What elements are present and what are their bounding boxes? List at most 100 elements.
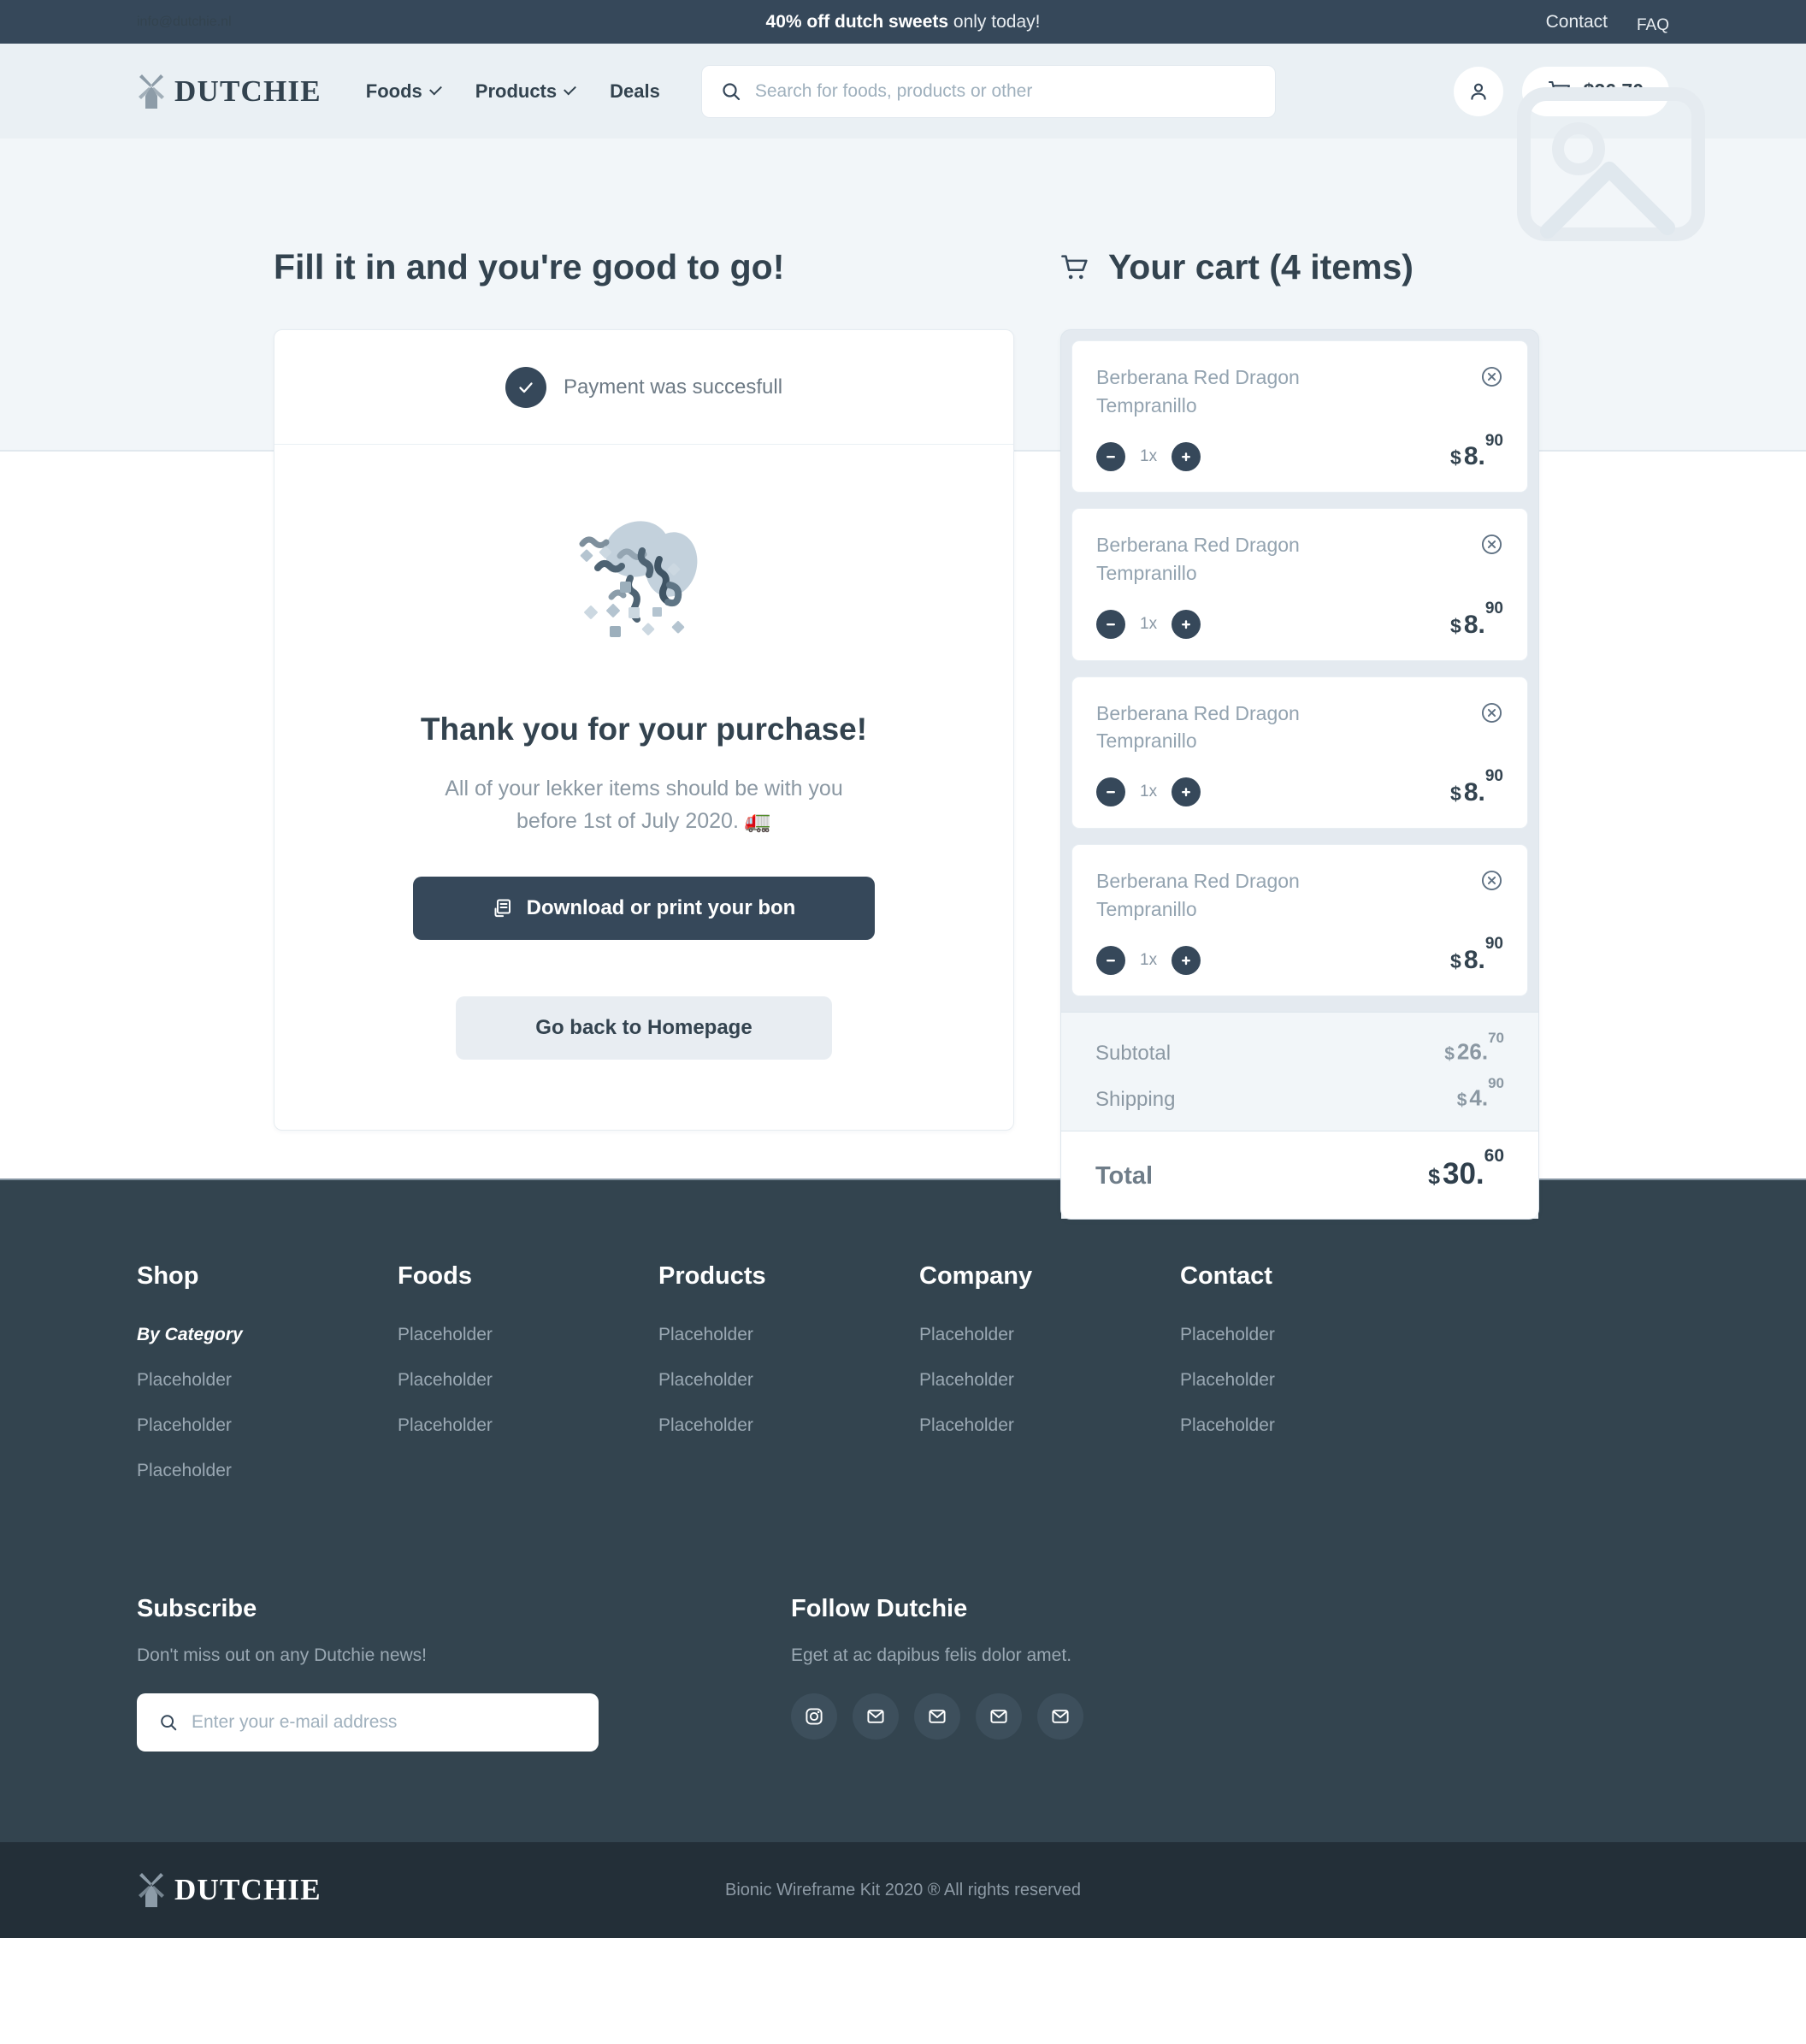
- nav-item-deals[interactable]: Deals: [610, 80, 660, 103]
- decrease-quantity-button[interactable]: [1096, 610, 1125, 640]
- subscribe-section: Subscribe Don't miss out on any Dutchie …: [137, 1595, 791, 1752]
- subscribe-description: Don't miss out on any Dutchie news!: [137, 1645, 428, 1665]
- subscribe-title: Subscribe: [137, 1595, 257, 1622]
- footer-link[interactable]: Placeholder: [137, 1415, 398, 1436]
- follow-description: Eget at ac dapibus felis dolor amet.: [791, 1645, 1072, 1665]
- footer-link[interactable]: Placeholder: [137, 1461, 398, 1481]
- footer-link[interactable]: Placeholder: [1180, 1325, 1441, 1345]
- price-cents: 90: [1484, 767, 1503, 786]
- topbar-link-contact[interactable]: Contact: [1546, 12, 1608, 32]
- footer-column-shop: Shop By Category Placeholder Placeholder…: [137, 1262, 398, 1506]
- topbar-link-faq[interactable]: FAQ: [1637, 16, 1669, 35]
- shipping-integer: 4.: [1469, 1084, 1489, 1111]
- account-button[interactable]: [1453, 66, 1503, 116]
- footer-column-title: Contact: [1180, 1262, 1272, 1290]
- subtotal-row: Subtotal $26.70: [1095, 1030, 1504, 1066]
- email-input[interactable]: [192, 1712, 576, 1733]
- footer-link[interactable]: Placeholder: [398, 1325, 658, 1345]
- minus-icon: [1107, 959, 1115, 962]
- footer-column-company: Company Placeholder Placeholder Placehol…: [919, 1262, 1180, 1506]
- increase-quantity-button[interactable]: [1172, 945, 1201, 975]
- cart-item-name: Berberana Red Dragon Tempranillo: [1096, 701, 1300, 753]
- cart-panel: Berberana Red Dragon Tempranillo 1x $ 8.…: [1060, 329, 1539, 1220]
- subtotal-integer: 26.: [1456, 1038, 1489, 1065]
- social-link-instagram[interactable]: [791, 1693, 837, 1740]
- subtotal-cents: 70: [1488, 1029, 1504, 1046]
- footer-link[interactable]: Placeholder: [1180, 1370, 1441, 1391]
- confirmation-body: Thank you for your purchase! All of your…: [274, 445, 1013, 1130]
- email-subscribe-field[interactable]: [137, 1693, 599, 1752]
- cart-column: Your cart (4 items) Berberana Red Dragon…: [1060, 247, 1539, 1220]
- footer-link-by-category[interactable]: By Category: [137, 1325, 398, 1345]
- plus-icon: [1182, 452, 1191, 462]
- decrease-quantity-button[interactable]: [1096, 777, 1125, 807]
- social-link-mail-4[interactable]: [1037, 1693, 1083, 1740]
- cart-heading-text: Your cart (4 items): [1108, 247, 1414, 287]
- price-cents: 90: [1484, 599, 1503, 617]
- remove-item-icon[interactable]: [1480, 869, 1503, 892]
- download-receipt-button[interactable]: Download or print your bon: [413, 877, 875, 940]
- cart-item: Berberana Red Dragon Tempranillo 1x $ 8.…: [1071, 508, 1528, 661]
- social-link-mail-1[interactable]: [853, 1693, 899, 1740]
- footer-link[interactable]: Placeholder: [398, 1415, 658, 1436]
- footer-link[interactable]: Placeholder: [137, 1370, 398, 1391]
- footer-link[interactable]: Placeholder: [658, 1325, 919, 1345]
- windmill-icon: [139, 74, 164, 109]
- footer-bottom: Subscribe Don't miss out on any Dutchie …: [137, 1595, 1669, 1842]
- remove-item-icon[interactable]: [1480, 701, 1503, 724]
- footer-link[interactable]: Placeholder: [398, 1370, 658, 1391]
- cart-item: Berberana Red Dragon Tempranillo 1x $ 8.…: [1071, 676, 1528, 829]
- mail-icon: [990, 1710, 1007, 1723]
- footer-link[interactable]: Placeholder: [1180, 1415, 1441, 1436]
- decrease-quantity-button[interactable]: [1096, 945, 1125, 975]
- footer-link[interactable]: Placeholder: [658, 1415, 919, 1436]
- cart-item-price: $8.90: [1450, 600, 1503, 640]
- social-link-mail-3[interactable]: [976, 1693, 1022, 1740]
- minus-icon: [1107, 623, 1115, 626]
- total-label: Total: [1095, 1161, 1154, 1190]
- increase-quantity-button[interactable]: [1172, 610, 1201, 640]
- nav-item-products[interactable]: Products: [475, 80, 577, 103]
- increase-quantity-button[interactable]: [1172, 441, 1201, 471]
- quantity-stepper: 1x: [1096, 777, 1201, 807]
- currency-symbol: $: [1450, 446, 1461, 470]
- social-link-mail-2[interactable]: [914, 1693, 960, 1740]
- search-input[interactable]: [754, 80, 1256, 102]
- price-cents: 90: [1484, 431, 1503, 450]
- currency-symbol: $: [1450, 614, 1461, 637]
- quantity-value: 1x: [1140, 615, 1158, 634]
- logo[interactable]: DUTCHIE: [137, 73, 322, 110]
- currency-symbol: $: [1444, 1043, 1455, 1064]
- remove-item-icon[interactable]: [1480, 365, 1503, 388]
- nav-item-foods[interactable]: Foods: [366, 80, 442, 103]
- payment-status-bar: Payment was succesfull: [274, 330, 1013, 445]
- shipping-row: Shipping $4.90: [1095, 1075, 1504, 1112]
- follow-title: Follow Dutchie: [791, 1595, 968, 1622]
- confirmation-card: Payment was succesfull Thank you for you…: [274, 329, 1014, 1131]
- footer-column-products: Products Placeholder Placeholder Placeho…: [658, 1262, 919, 1506]
- receipt-icon: [494, 899, 511, 918]
- search-bar[interactable]: [700, 64, 1276, 118]
- increase-quantity-button[interactable]: [1172, 777, 1201, 807]
- logo-text: DUTCHIE: [174, 74, 322, 108]
- image-placeholder-watermark: [1517, 87, 1705, 241]
- quantity-stepper: 1x: [1096, 610, 1201, 640]
- go-home-button[interactable]: Go back to Homepage: [456, 996, 832, 1060]
- page-body: Fill it in and you're good to go! Paymen…: [0, 247, 1806, 1220]
- remove-item-icon[interactable]: [1480, 533, 1503, 556]
- chevron-down-icon: [564, 82, 577, 95]
- confetti-balloons-illustration: [579, 521, 698, 637]
- cart-totals: Subtotal $26.70 Shipping $4.90 Total $30…: [1061, 1012, 1538, 1219]
- footer-link[interactable]: Placeholder: [919, 1415, 1180, 1436]
- subtotal-label: Subtotal: [1095, 1041, 1172, 1065]
- footer-link[interactable]: Placeholder: [658, 1370, 919, 1391]
- price-cents: 90: [1484, 935, 1503, 954]
- footer-link[interactable]: Placeholder: [919, 1370, 1180, 1391]
- thank-you-title: Thank you for your purchase!: [420, 712, 868, 747]
- price-integer: 8.: [1463, 777, 1485, 806]
- decrease-quantity-button[interactable]: [1096, 441, 1125, 471]
- cart-item: Berberana Red Dragon Tempranillo 1x $ 8.…: [1071, 340, 1528, 493]
- footer-link[interactable]: Placeholder: [919, 1325, 1180, 1345]
- site-footer: Shop By Category Placeholder Placeholder…: [0, 1179, 1806, 1842]
- price-integer: 8.: [1463, 946, 1485, 975]
